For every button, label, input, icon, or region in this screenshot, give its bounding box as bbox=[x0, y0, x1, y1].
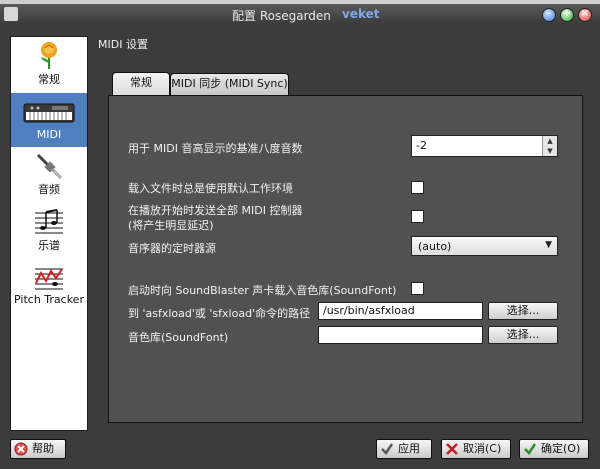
page-title: MIDI 设置 bbox=[98, 38, 148, 51]
apply-button[interactable]: 应用 bbox=[376, 439, 432, 459]
tab-midi-sync[interactable]: MIDI 同步 (MIDI Sync) bbox=[170, 73, 289, 95]
audio-plug-icon bbox=[36, 153, 63, 180]
spin-down-icon[interactable]: ▼ bbox=[543, 146, 557, 156]
category-sidebar: 常规 MIDI 音频 乐谱 Pitch Tracker bbox=[10, 36, 88, 431]
sfxload-browse-button[interactable]: 选择... bbox=[488, 302, 558, 320]
minimize-icon: – bbox=[546, 8, 552, 19]
help-button[interactable]: 帮助 bbox=[10, 439, 66, 459]
check-icon bbox=[381, 443, 394, 455]
sidebar-item-audio[interactable]: 音频 bbox=[11, 151, 87, 201]
send-controllers-checkbox[interactable] bbox=[411, 210, 424, 223]
timer-source-label: 音序器的定时器源 bbox=[128, 242, 216, 255]
sidebar-item-label: 乐谱 bbox=[38, 239, 60, 252]
sidebar-item-notation[interactable]: 乐谱 bbox=[11, 207, 87, 257]
chevron-down-icon: ▼ bbox=[545, 240, 552, 250]
sidebar-item-midi[interactable]: MIDI bbox=[11, 93, 87, 147]
soundfont-label: 音色库(SoundFont) bbox=[128, 331, 229, 344]
keyboard-icon bbox=[23, 103, 75, 123]
close-button[interactable]: × bbox=[578, 8, 592, 22]
minimize-button[interactable]: – bbox=[542, 8, 556, 22]
spin-up-icon[interactable]: ▲ bbox=[543, 136, 557, 146]
send-controllers-label: 在播放开始时发送全部 MIDI 控制器 bbox=[128, 204, 303, 217]
help-icon bbox=[14, 442, 28, 456]
title-bar: 配置 Rosegarden veket – + × bbox=[0, 4, 600, 25]
cancel-button-label: 取消(C) bbox=[463, 442, 502, 455]
soundfont-load-checkbox[interactable] bbox=[411, 282, 424, 295]
apply-button-label: 应用 bbox=[398, 442, 420, 455]
window-brand: veket bbox=[342, 7, 380, 21]
maximize-icon: + bbox=[562, 8, 572, 19]
sfxload-path-label: 到 'asfxload'或 'sfxload'命令的路径 bbox=[128, 307, 311, 320]
ok-button-label: 确定(O) bbox=[541, 442, 581, 455]
default-studio-label: 载入文件时总是使用默认工作环境 bbox=[128, 182, 293, 195]
timer-source-select[interactable]: (auto) ▼ bbox=[411, 236, 558, 256]
sidebar-item-general[interactable]: 常规 bbox=[11, 39, 87, 91]
close-icon: × bbox=[580, 8, 590, 19]
default-studio-checkbox[interactable] bbox=[411, 181, 424, 194]
rose-icon bbox=[41, 42, 57, 69]
help-button-label: 帮助 bbox=[32, 442, 54, 455]
tab-general[interactable]: 常规 bbox=[112, 72, 170, 96]
window-menu-icon[interactable] bbox=[4, 7, 18, 21]
octave-spinbox[interactable]: -2 ▲ ▼ bbox=[411, 135, 558, 157]
sidebar-item-label: Pitch Tracker bbox=[14, 293, 84, 306]
soundfont-browse-button[interactable]: 选择... bbox=[488, 326, 558, 344]
sidebar-item-label: 音频 bbox=[38, 183, 60, 196]
sidebar-item-label: 常规 bbox=[38, 73, 60, 86]
window-title: 配置 Rosegarden bbox=[232, 9, 331, 23]
sfxload-path-input[interactable]: /usr/bin/asfxload bbox=[318, 302, 483, 320]
soundfont-path-input[interactable] bbox=[318, 326, 483, 344]
ok-icon bbox=[524, 443, 537, 455]
octave-label: 用于 MIDI 音高显示的基准八度音数 bbox=[128, 142, 303, 155]
send-controllers-note: (将产生明显延迟) bbox=[128, 219, 214, 232]
pitch-tracker-icon bbox=[35, 268, 63, 290]
octave-value: -2 bbox=[416, 139, 427, 152]
cancel-button[interactable]: 取消(C) bbox=[441, 439, 511, 459]
ok-button[interactable]: 确定(O) bbox=[519, 439, 589, 459]
notation-icon bbox=[35, 209, 63, 234]
sidebar-item-pitch-tracker[interactable]: Pitch Tracker bbox=[11, 263, 87, 313]
sidebar-item-label: MIDI bbox=[36, 128, 62, 141]
spinbox-arrows[interactable]: ▲ ▼ bbox=[542, 136, 557, 156]
cancel-icon bbox=[446, 443, 458, 455]
timer-source-value: (auto) bbox=[418, 240, 452, 253]
maximize-button[interactable]: + bbox=[560, 8, 574, 22]
soundfont-load-label: 启动时向 SoundBlaster 声卡载入音色库(SoundFont) bbox=[128, 284, 397, 297]
